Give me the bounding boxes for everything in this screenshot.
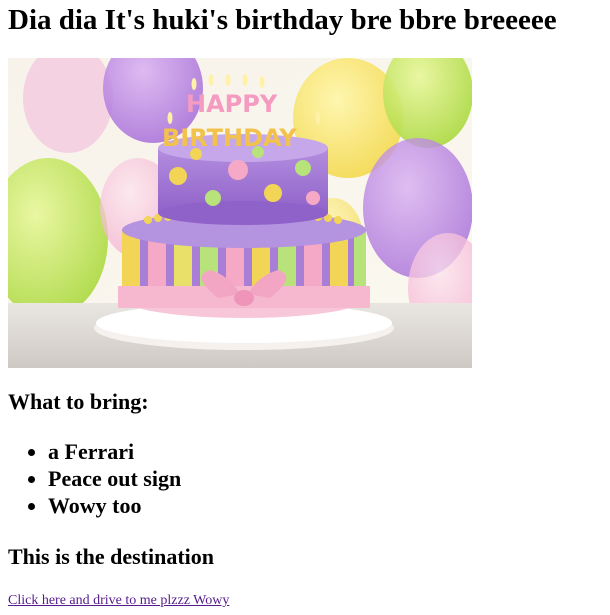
destination-link[interactable]: Click here and drive to me plzzz Wowy	[8, 592, 229, 610]
list-item: Peace out sign	[48, 465, 181, 492]
list-item: Wowy too	[48, 492, 181, 519]
list-item: a Ferrari	[48, 438, 181, 465]
page: Dia dia It's huki's birthday bre bbre br…	[0, 0, 610, 615]
birthday-cake-image: HAPPY BIRTHDAY	[8, 58, 472, 368]
cake-letter-text: BIRTHDAY	[162, 124, 297, 152]
page-title: Dia dia It's huki's birthday bre bbre br…	[8, 4, 557, 36]
bring-heading: What to bring:	[8, 389, 149, 414]
bring-list: a Ferrari Peace out sign Wowy too	[8, 438, 181, 519]
destination-heading: This is the destination	[8, 544, 214, 569]
cake-letter-text: HAPPY	[186, 90, 278, 118]
